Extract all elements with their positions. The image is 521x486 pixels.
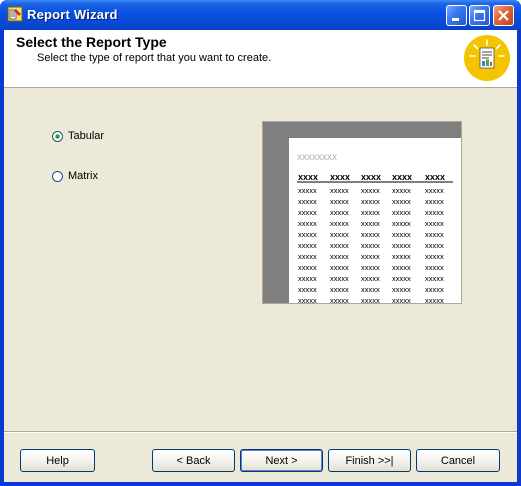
preview-row-cell: xxxxx [392, 274, 411, 283]
report-type-preview: xxxxxxxx xxxx xxxx xxxx xxxx xxxx xxxxx xxxxx x… [262, 121, 462, 304]
preview-row-cell: xxxxx [425, 285, 444, 294]
preview-row-cell: xxxxx [425, 208, 444, 217]
preview-row-cell: xxxxx [298, 274, 317, 283]
preview-row-cell: xxxxx [425, 274, 444, 283]
preview-header-cell: xxxx [392, 172, 412, 182]
preview-row-cell: xxxxx [361, 230, 380, 239]
preview-row-cell: xxxxx [361, 197, 380, 206]
next-button[interactable]: Next > [240, 449, 323, 472]
preview-row-cell: xxxxx [330, 197, 349, 206]
preview-header-cell: xxxx [330, 172, 350, 182]
next-button-label: Next > [265, 454, 298, 467]
preview-row-cell: xxxxx [330, 219, 349, 228]
preview-row-cell: xxxxx [298, 296, 317, 303]
preview-row-cell: xxxxx [392, 219, 411, 228]
footer-separator [4, 431, 517, 433]
preview-row-cell: xxxxx [330, 263, 349, 272]
preview-row-cell: xxxxx [330, 186, 349, 195]
preview-row-cell: xxxxx [361, 241, 380, 250]
preview-row-cell: xxxxx [425, 263, 444, 272]
preview-row-cell: xxxxx [298, 186, 317, 195]
help-button[interactable]: Help [20, 449, 95, 472]
minimize-icon [452, 18, 459, 21]
preview-row-cell: xxxxx [298, 219, 317, 228]
preview-row-cell: xxxxx [392, 197, 411, 206]
preview-row-cell: xxxxx [361, 296, 380, 303]
preview-row-cell: xxxxx [392, 241, 411, 250]
report-wizard-window: Report Wizard Select the Report Type Sel… [0, 0, 521, 486]
preview-row-cell: xxxxx [298, 263, 317, 272]
preview-row-cell: xxxxx [425, 197, 444, 206]
preview-row-cell: xxxxx [330, 296, 349, 303]
preview-row-cell: xxxxx [425, 241, 444, 250]
wizard-client-area: Select the Report Type Select the type o… [4, 30, 517, 482]
preview-row-cell: xxxxx [298, 285, 317, 294]
preview-row-cell: xxxxx [330, 241, 349, 250]
window-title: Report Wizard [27, 7, 118, 22]
finish-button[interactable]: Finish >>| [328, 449, 411, 472]
preview-header-cell: xxxx [361, 172, 381, 182]
radio-tabular[interactable]: Tabular [52, 128, 104, 144]
preview-row-cell: xxxxx [361, 252, 380, 261]
radio-matrix-label: Matrix [68, 170, 98, 182]
preview-row-cell: xxxxx [330, 285, 349, 294]
preview-row-cell: xxxxx [330, 208, 349, 217]
preview-row-cell: xxxxx [361, 274, 380, 283]
minimize-button[interactable] [446, 5, 467, 26]
back-button-label: < Back [176, 454, 211, 467]
finish-button-label: Finish >>| [345, 454, 394, 467]
preview-row-cell: xxxxx [298, 197, 317, 206]
preview-row-cell: xxxxx [425, 219, 444, 228]
preview-row-cell: xxxxx [298, 208, 317, 217]
preview-row-cell: xxxxx [361, 285, 380, 294]
preview-row-cell: xxxxx [330, 274, 349, 283]
help-button-label: Help [46, 454, 69, 467]
radio-tabular-label: Tabular [68, 130, 105, 142]
radio-selected-icon [52, 130, 63, 142]
preview-header-cell: xxxx [298, 172, 318, 182]
preview-row-cell: xxxxx [392, 186, 411, 195]
preview-row-cell: xxxxx [298, 230, 317, 239]
preview-row-cell: xxxxx [425, 252, 444, 261]
radio-matrix[interactable]: Matrix [52, 168, 98, 184]
preview-row-cell: xxxxx [392, 230, 411, 239]
preview-row-cell: xxxxx [330, 230, 349, 239]
preview-placeholder-title: xxxxxxxx [297, 152, 337, 163]
close-button[interactable] [493, 5, 514, 26]
cancel-button-label: Cancel [440, 454, 476, 467]
radio-unselected-icon [52, 170, 63, 182]
wizard-header: Select the Report Type Select the type o… [4, 30, 517, 88]
title-bar[interactable]: Report Wizard [0, 0, 521, 30]
cancel-button[interactable]: Cancel [416, 449, 500, 472]
preview-row-cell: xxxxx [392, 285, 411, 294]
preview-row-cell: xxxxx [361, 186, 380, 195]
preview-row-cell: xxxxx [425, 186, 444, 195]
preview-row-cell: xxxxx [392, 252, 411, 261]
preview-row-cell: xxxxx [361, 208, 380, 217]
report-wizard-app-icon [7, 6, 23, 22]
maximize-icon [473, 9, 486, 22]
preview-row-cell: xxxxx [425, 296, 444, 303]
maximize-button[interactable] [469, 5, 490, 26]
preview-row-cell: xxxxx [361, 219, 380, 228]
preview-row-cell: xxxxx [298, 252, 317, 261]
preview-row-cell: xxxxx [392, 296, 411, 303]
preview-row-cell: xxxxx [330, 252, 349, 261]
page-subtitle: Select the type of report that you want … [37, 52, 272, 64]
preview-row-cell: xxxxx [425, 230, 444, 239]
preview-row-cell: xxxxx [392, 208, 411, 217]
preview-header-cell: xxxx [425, 172, 445, 182]
back-button[interactable]: < Back [152, 449, 235, 472]
preview-row-cell: xxxxx [298, 241, 317, 250]
preview-row-cell: xxxxx [392, 263, 411, 272]
report-wizard-badge-icon [464, 35, 510, 81]
preview-row-cell: xxxxx [361, 263, 380, 272]
close-icon [498, 10, 509, 21]
tabular-preview-image: xxxxxxxx xxxx xxxx xxxx xxxx xxxxxxxxx xxxxx x… [263, 122, 461, 303]
page-title: Select the Report Type [16, 34, 167, 50]
